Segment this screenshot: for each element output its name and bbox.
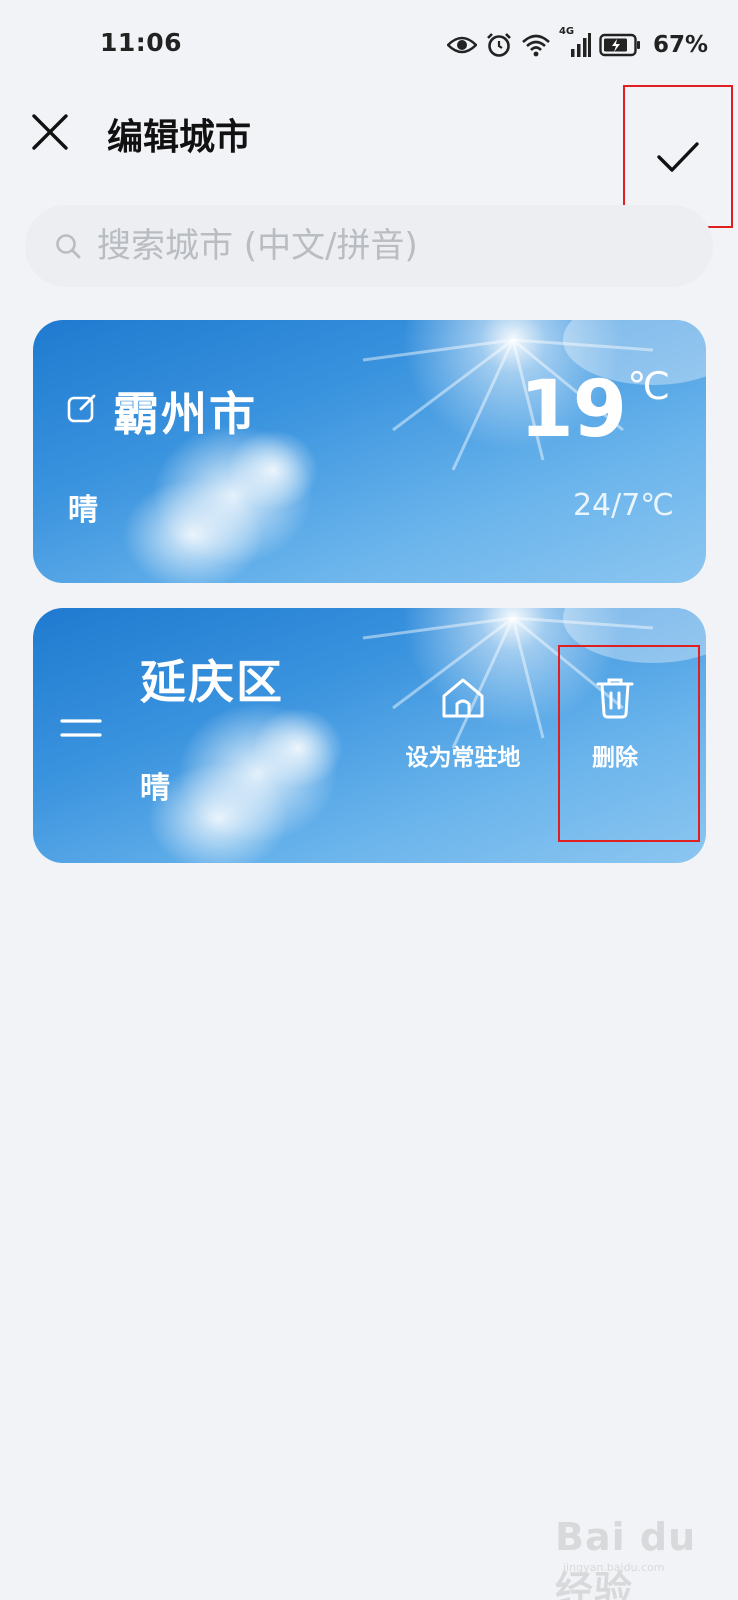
header: 编辑城市 (0, 90, 738, 180)
temperature-range: 24/7℃ (572, 488, 674, 523)
city-card[interactable]: 霸州市 晴 19 ℃ 24/7℃ (33, 320, 706, 583)
check-icon (657, 141, 699, 172)
set-home-label: 设为常驻地 (405, 745, 521, 771)
delete-label: 删除 (592, 745, 638, 771)
current-temperature: 19 (519, 365, 627, 455)
status-time: 11:06 (100, 28, 183, 57)
status-bar: 11:06 4G 67% (0, 0, 738, 90)
status-icons: 4G 67% (446, 26, 708, 62)
battery-percentage: 67% (652, 32, 708, 58)
baidu-watermark: Bai du 经验 jingyan.baidu.com (555, 1505, 715, 1600)
weather-condition: 晴 (140, 771, 170, 806)
edit-icon[interactable] (67, 393, 97, 423)
watermark-text: Bai du 经验 (555, 1515, 697, 1600)
wifi-icon (521, 32, 551, 58)
city-name: 霸州市 (113, 387, 257, 441)
search-icon (53, 231, 83, 261)
watermark-url: jingyan.baidu.com (563, 1561, 665, 1574)
search-bar[interactable] (25, 205, 713, 287)
battery-icon (599, 33, 641, 57)
page-title: 编辑城市 (107, 117, 252, 158)
home-icon (442, 678, 484, 718)
weather-condition: 晴 (68, 493, 98, 528)
close-icon (32, 114, 68, 150)
signal-icon: 4G (559, 26, 591, 58)
eye-icon (446, 34, 477, 56)
temperature-unit: ℃ (627, 364, 670, 408)
alarm-icon (485, 31, 513, 59)
trash-icon (596, 678, 634, 719)
set-home-button[interactable]: 设为常驻地 (393, 676, 533, 786)
close-button[interactable] (28, 110, 72, 154)
city-card[interactable]: 延庆区 晴 设为常驻地 删除 (33, 608, 706, 863)
drag-handle-icon[interactable] (60, 718, 102, 738)
delete-button[interactable]: 删除 (555, 676, 675, 786)
search-input[interactable] (97, 226, 657, 266)
city-name: 延庆区 (140, 655, 284, 709)
network-type: 4G (558, 26, 575, 37)
